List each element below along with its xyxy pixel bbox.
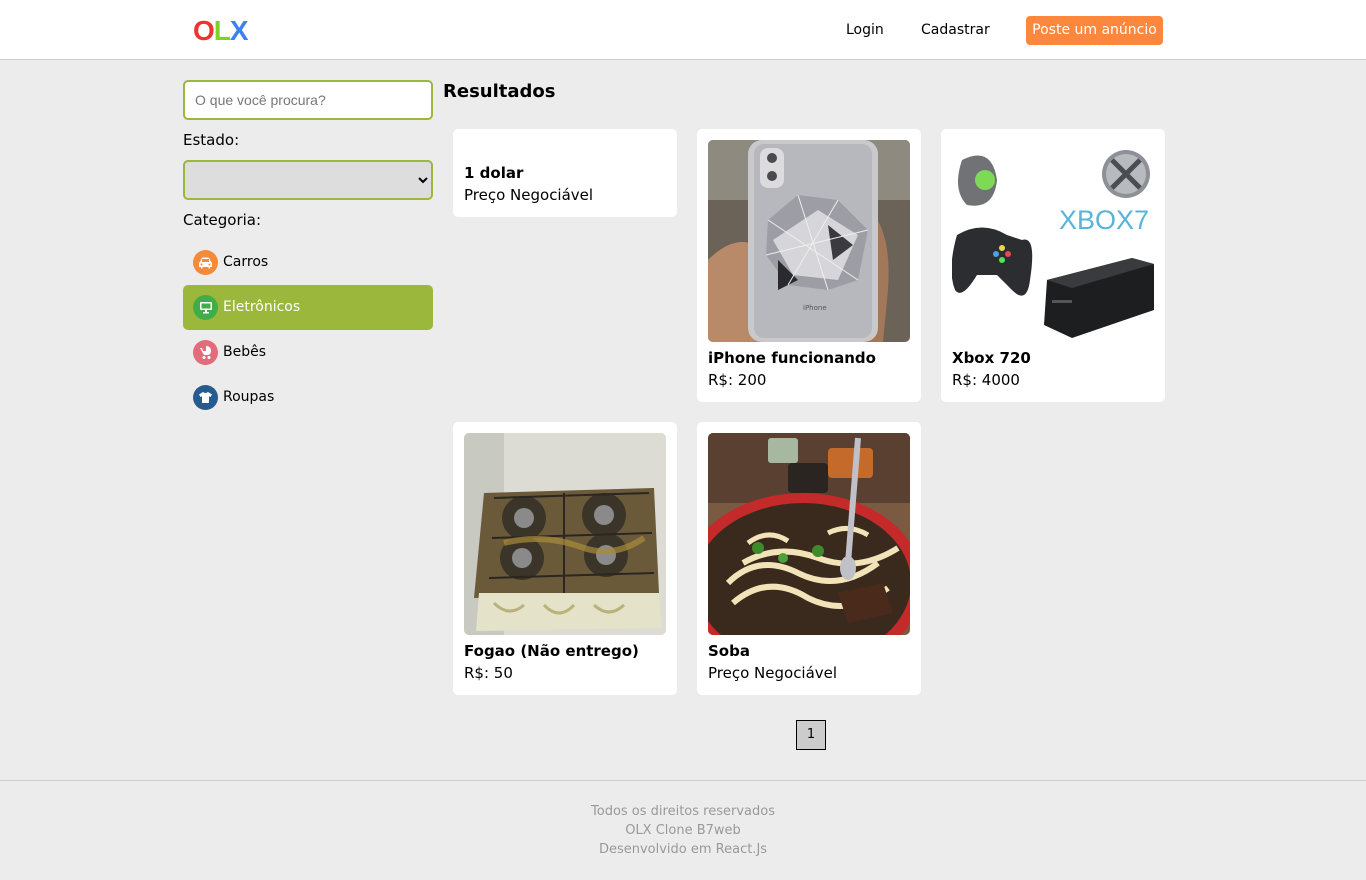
- monitor-icon: [193, 295, 218, 320]
- ad-card[interactable]: Fogao (Não entrego) R$: 50: [453, 422, 677, 695]
- ad-image-dirty-stove: [464, 433, 666, 635]
- ad-price: R$: 4000: [952, 371, 1020, 389]
- state-label: Estado:: [183, 131, 240, 149]
- footer-rights: Todos os direitos reservados: [591, 804, 775, 819]
- logo-letter-x: X: [229, 15, 249, 46]
- logo-letter-o: O: [193, 15, 215, 46]
- tshirt-icon: [193, 385, 218, 410]
- ad-image-xbox-console: XBOX7: [952, 140, 1154, 342]
- ad-price: R$: 50: [464, 664, 513, 682]
- xbox-logo-text: XBOX7: [1059, 205, 1149, 235]
- ad-price: Preço Negociável: [464, 186, 594, 204]
- ad-card[interactable]: Soba Preço Negociável: [697, 422, 921, 695]
- baby-stroller-icon: [193, 340, 218, 365]
- ad-image-soba-bowl: [708, 433, 910, 635]
- ad-price: Preço Negociável: [708, 664, 838, 682]
- ad-price: R$: 200: [708, 371, 767, 389]
- footer-clone: OLX Clone B7web: [625, 823, 741, 838]
- site-footer: Todos os direitos reservados OLX Clone B…: [0, 780, 1366, 880]
- results-title: Resultados: [443, 81, 556, 102]
- footer-developed: Desenvolvido em React.Js: [598, 842, 768, 857]
- car-icon: [193, 250, 218, 275]
- login-link[interactable]: Login: [846, 20, 884, 40]
- category-label-carros: Carros: [223, 254, 269, 270]
- ad-card[interactable]: iPhone iPhone funcionando R$: 200: [697, 129, 921, 402]
- category-item-eletronicos[interactable]: Eletrônicos: [183, 285, 433, 330]
- category-label-eletronicos: Eletrônicos: [223, 299, 301, 315]
- state-select[interactable]: [183, 160, 433, 200]
- pagination-page-1[interactable]: 1: [796, 720, 826, 750]
- ad-title: 1 dolar: [464, 164, 524, 182]
- category-label-bebes: Bebês: [223, 344, 267, 360]
- category-item-carros[interactable]: Carros: [183, 240, 433, 285]
- logo-letter-l: L: [213, 15, 231, 46]
- ad-image-cracked-iphone: iPhone: [708, 140, 910, 342]
- category-label: Categoria:: [183, 211, 262, 229]
- ad-title: Fogao (Não entrego): [464, 642, 639, 660]
- category-item-roupas[interactable]: Roupas: [183, 375, 433, 420]
- olx-logo[interactable]: OLX: [193, 14, 249, 48]
- ad-card[interactable]: 1 dolar Preço Negociável: [453, 129, 677, 217]
- search-input[interactable]: [183, 80, 433, 120]
- ad-title: Xbox 720: [952, 349, 1031, 367]
- post-ad-button[interactable]: Poste um anúncio: [1026, 16, 1163, 45]
- site-header: OLX Login Cadastrar Poste um anúncio: [0, 0, 1366, 60]
- category-label-roupas: Roupas: [223, 389, 275, 405]
- register-link[interactable]: Cadastrar: [921, 20, 990, 40]
- ad-title: Soba: [708, 642, 750, 660]
- category-item-bebes[interactable]: Bebês: [183, 330, 433, 375]
- ad-title: iPhone funcionando: [708, 349, 876, 367]
- ad-card[interactable]: XBOX7 Xbox 720 R$: 4000: [941, 129, 1165, 402]
- svg-text:iPhone: iPhone: [803, 304, 827, 312]
